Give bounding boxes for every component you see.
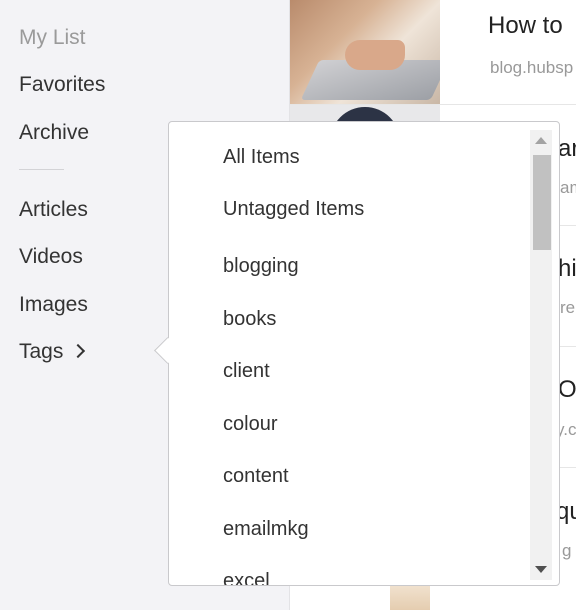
sidebar-item-label: Articles <box>19 198 88 221</box>
article-thumbnail[interactable] <box>290 0 440 104</box>
sidebar-item-tags[interactable]: Tags <box>19 340 86 364</box>
tag-item-untagged-items[interactable]: Untagged Items <box>223 197 364 221</box>
sidebar-item-label: My List <box>19 26 86 49</box>
sidebar-item-label: Images <box>19 293 88 316</box>
chevron-right-icon <box>71 343 86 359</box>
article-domain: re <box>560 298 576 317</box>
sidebar-divider <box>19 169 64 170</box>
triangle-up-icon[interactable] <box>535 137 547 144</box>
sidebar-item-images[interactable]: Images <box>19 293 88 317</box>
sidebar-item-label: Archive <box>19 121 90 144</box>
sidebar-item-label: Favorites <box>19 73 106 96</box>
article-domain: g <box>562 541 572 560</box>
tag-item-content[interactable]: content <box>223 464 289 488</box>
article-title[interactable]: O <box>558 376 576 404</box>
sidebar-item-my-list[interactable]: My List <box>19 26 86 50</box>
article-domain: blog.hubsp <box>490 58 574 77</box>
article-domain: am <box>560 178 576 197</box>
sidebar-item-videos[interactable]: Videos <box>19 245 83 269</box>
article-title[interactable]: How to <box>488 12 563 40</box>
article-title[interactable]: ar <box>558 135 576 163</box>
dropdown-scrollbar[interactable] <box>530 130 552 580</box>
tag-item-excel[interactable]: excel <box>223 569 270 585</box>
article-title[interactable]: hi <box>558 255 576 283</box>
article-thumbnail[interactable] <box>390 585 430 610</box>
tag-item-blogging[interactable]: blogging <box>223 254 299 278</box>
tag-item-emailmkg[interactable]: emailmkg <box>223 517 309 541</box>
tag-item-colour[interactable]: colour <box>223 412 277 436</box>
sidebar-item-label: Tags <box>19 340 64 363</box>
sidebar-item-articles[interactable]: Articles <box>19 198 88 222</box>
tag-item-all-items[interactable]: All Items <box>223 145 300 169</box>
triangle-down-icon[interactable] <box>535 566 547 573</box>
sidebar-item-label: Videos <box>19 245 83 268</box>
tag-item-books[interactable]: books <box>223 307 276 331</box>
sidebar-item-archive[interactable]: Archive <box>19 121 89 145</box>
hand-image <box>345 40 405 70</box>
sidebar-item-favorites[interactable]: Favorites <box>19 73 105 97</box>
scrollbar-thumb[interactable] <box>533 155 551 250</box>
tag-item-client[interactable]: client <box>223 359 270 383</box>
tags-dropdown: All Items Untagged Items blogging books … <box>168 121 560 586</box>
